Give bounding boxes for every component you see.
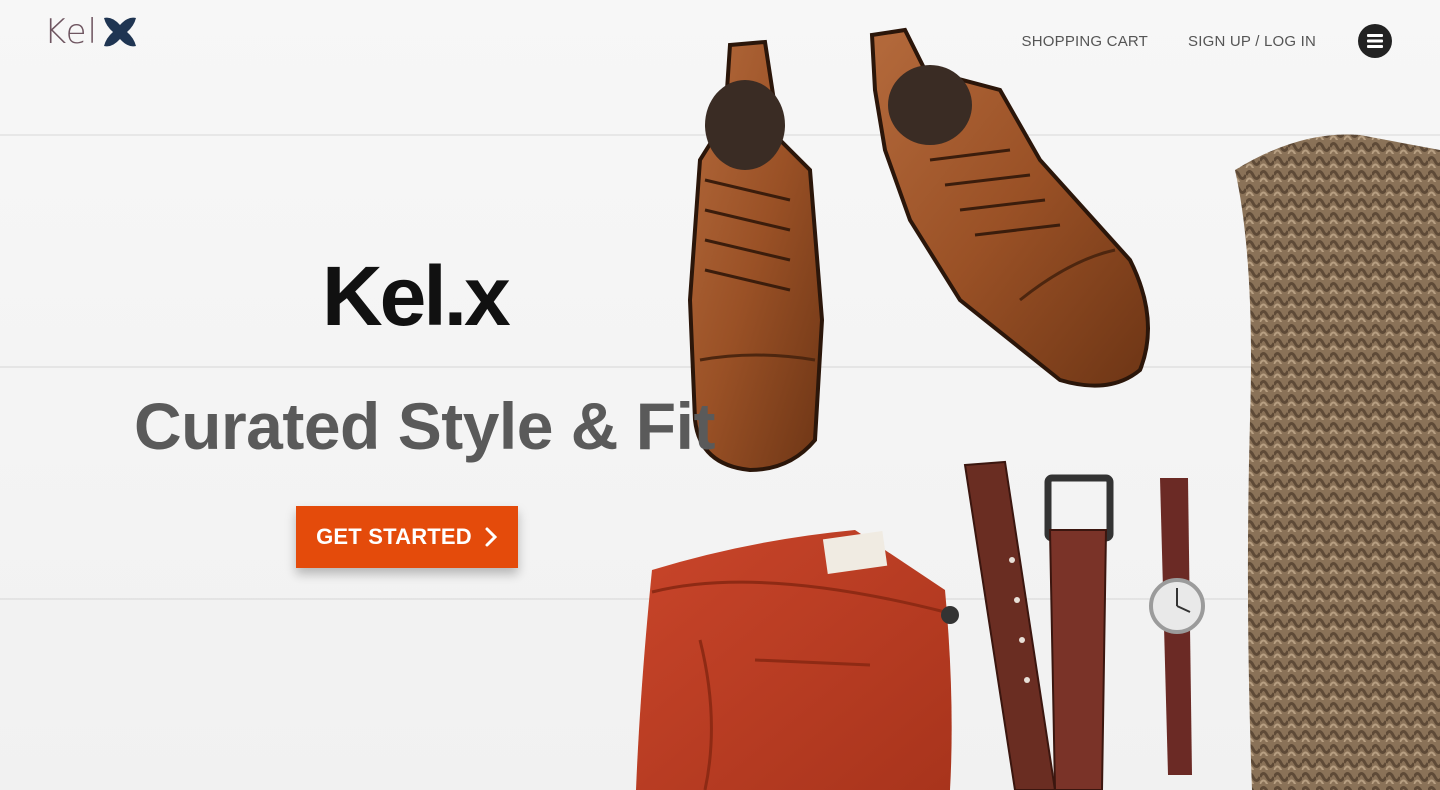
hamburger-icon xyxy=(1367,34,1383,48)
shopping-cart-link[interactable]: SHOPPING CART xyxy=(1022,33,1149,50)
belt-with-buckle xyxy=(1044,474,1114,790)
logo-x-icon xyxy=(103,17,136,47)
get-started-label: GET STARTED xyxy=(316,524,472,549)
hero-section: Kel SHOPPING CART SIGN UP / LOG IN Kel.x… xyxy=(0,0,1440,790)
chevron-right-icon xyxy=(485,527,498,547)
get-started-button[interactable]: GET STARTED xyxy=(296,506,518,568)
top-nav: SHOPPING CART SIGN UP / LOG IN xyxy=(1022,24,1392,58)
logo-text: Kel xyxy=(44,12,98,52)
signup-login-link[interactable]: SIGN UP / LOG IN xyxy=(1188,33,1316,50)
hero-tagline: Curated Style & Fit xyxy=(134,389,715,463)
knit-sweater xyxy=(1235,134,1440,790)
brand-heading: Kel.x xyxy=(322,249,511,343)
red-pants xyxy=(636,530,959,790)
site-logo[interactable]: Kel xyxy=(44,10,140,54)
right-boot xyxy=(869,27,1150,388)
menu-button[interactable] xyxy=(1358,24,1392,58)
belt-dark xyxy=(963,460,1057,790)
wrist-watch xyxy=(1149,478,1205,775)
